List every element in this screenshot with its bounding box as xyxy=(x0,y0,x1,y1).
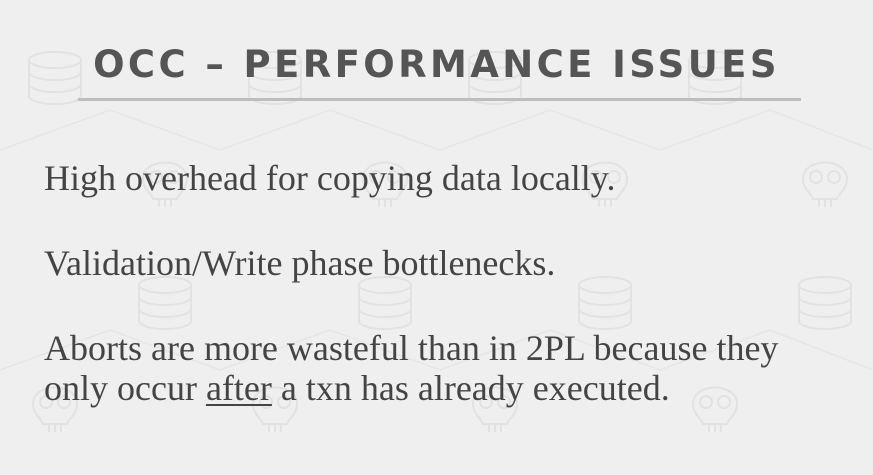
bullet-aborts-wasteful: Aborts are more wasteful than in 2PL bec… xyxy=(44,328,864,408)
bullet-aborts-line-2-before: only occur xyxy=(44,368,206,408)
slide-title: OCC – PERFORMANCE ISSUES xyxy=(93,43,780,86)
title-underline-rule xyxy=(78,98,801,101)
bullet-aborts-line-1: Aborts are more wasteful than in 2PL bec… xyxy=(44,328,779,368)
bullet-phase-bottlenecks: Validation/Write phase bottlenecks. xyxy=(44,243,556,283)
bullet-copy-overhead: High overhead for copying data locally. xyxy=(44,158,616,198)
bullet-aborts-line-2-after: a txn has already executed. xyxy=(271,368,670,408)
emphasis-after: after xyxy=(205,368,272,408)
bullet-aborts-line-2: only occur after a txn has already execu… xyxy=(44,368,864,408)
slide: OCC – PERFORMANCE ISSUES High overhead f… xyxy=(0,0,873,475)
